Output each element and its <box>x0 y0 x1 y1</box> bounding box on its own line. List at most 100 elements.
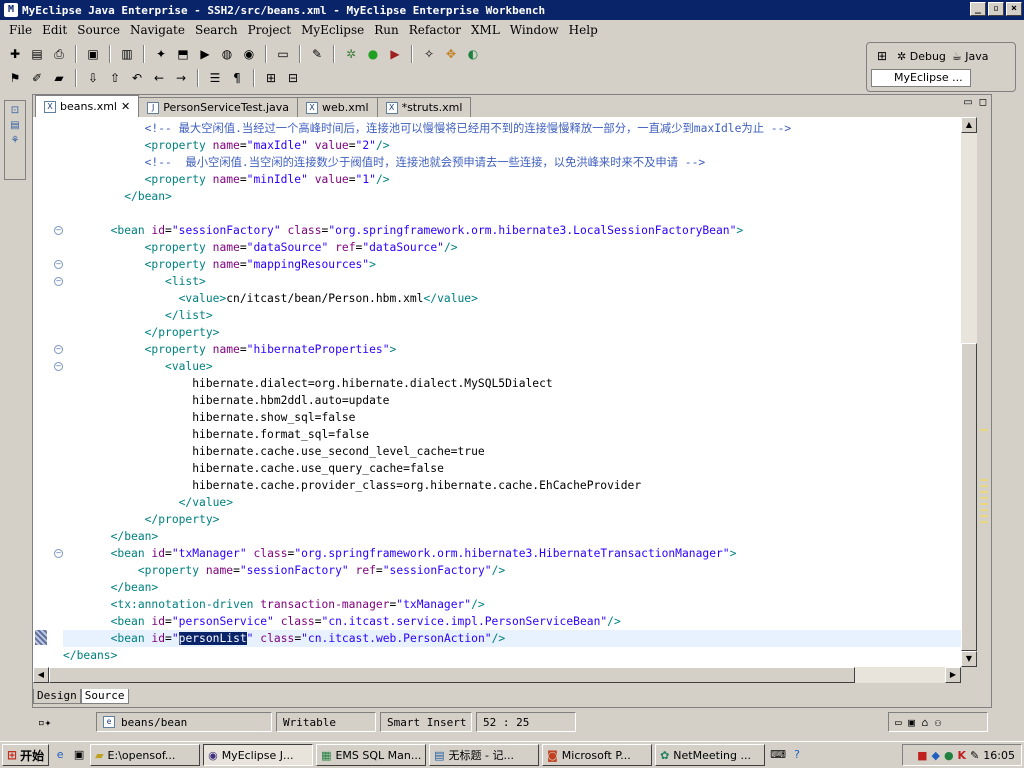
code-line[interactable]: hibernate.hbm2ddl.auto=update <box>63 392 961 409</box>
start-button[interactable]: ⊞ 开始 <box>2 744 50 766</box>
deploy-icon[interactable]: ⬒ <box>174 45 192 63</box>
code-line[interactable]: <property name="sessionFactory" ref="ses… <box>63 562 961 579</box>
fold-toggle-icon[interactable]: − <box>54 362 63 371</box>
menu-xml[interactable]: XML <box>466 23 505 37</box>
code-line[interactable]: <tx:annotation-driven transaction-manage… <box>63 596 961 613</box>
vertical-scrollbar[interactable]: ▲ ▼ <box>961 117 977 667</box>
code-line[interactable]: </property> <box>63 511 961 528</box>
open-folder-icon[interactable]: ▰ <box>50 69 68 87</box>
menu-refactor[interactable]: Refactor <box>404 23 466 37</box>
menu-file[interactable]: File <box>4 23 37 37</box>
code-line[interactable]: <list> <box>63 273 961 290</box>
globe-icon[interactable]: ◍ <box>218 45 236 63</box>
code-line[interactable]: </bean> <box>63 188 961 205</box>
task-myeclipse[interactable]: ◉ MyEclipse J... <box>203 744 314 766</box>
monitor-icon[interactable]: ▭ ▣ ⌂ ⚇ <box>895 716 941 729</box>
minimize-editor-icon[interactable]: ▭ <box>963 97 972 108</box>
warning-marker[interactable] <box>980 509 988 511</box>
code-line[interactable]: <value>cn/itcast/bean/Person.hbm.xml</va… <box>63 290 961 307</box>
external-tools-icon[interactable]: ▶ <box>386 45 404 63</box>
task-netmeeting[interactable]: ✿ NetMeeting ... <box>655 744 766 766</box>
fold-toggle-icon[interactable]: − <box>54 277 63 286</box>
open-perspective-icon[interactable]: ⊞ <box>873 47 891 65</box>
warning-marker[interactable] <box>980 479 988 481</box>
xml-source-editor[interactable]: − − − − − − <!-- 最大空闲值.当经过一个高峰时间后，连接池可以慢慢将已经用… <box>33 117 961 667</box>
warning-marker[interactable] <box>980 485 988 487</box>
warning-marker[interactable] <box>980 503 988 505</box>
code-line[interactable]: <property name="mappingResources"> <box>63 256 961 273</box>
warning-marker[interactable] <box>980 515 988 517</box>
java-perspective[interactable]: ☕ Java <box>952 50 989 63</box>
new-icon[interactable]: ✚ <box>6 45 24 63</box>
horizontal-scrollbar[interactable]: ◀ ▶ <box>33 667 961 683</box>
next-annotation-icon[interactable]: ⇩ <box>84 69 102 87</box>
tray-app-icon[interactable]: ● <box>944 749 954 762</box>
code-line[interactable]: <!-- 最小空闲值.当空闲的连接数少于阀值时，连接池就会预申请去一些连接，以免… <box>63 154 961 171</box>
code-area[interactable]: <!-- 最大空闲值.当经过一个高峰时间后，连接池可以慢慢将已经用不到的连接慢慢… <box>63 120 961 664</box>
menu-search[interactable]: Search <box>190 23 243 37</box>
hierarchy-icon[interactable]: ⚘ <box>11 135 20 146</box>
task-notepad[interactable]: ▤ 无标题 - 记... <box>429 744 540 766</box>
task-ems-sql[interactable]: ▦ EMS SQL Man... <box>316 744 427 766</box>
tray-tool-icon[interactable]: ✎ <box>970 749 979 762</box>
scroll-right-arrow[interactable]: ▶ <box>945 667 961 683</box>
code-line[interactable]: <value> <box>63 358 961 375</box>
warning-marker[interactable] <box>980 521 988 523</box>
fold-toggle-icon[interactable]: − <box>54 260 63 269</box>
tab-personservicetest-java[interactable]: J PersonServiceTest.java <box>138 97 299 117</box>
warning-marker[interactable] <box>980 497 988 499</box>
tray-volume-icon[interactable]: ◆ <box>931 749 939 762</box>
code-line[interactable]: <property name="hibernateProperties"> <box>63 341 961 358</box>
scroll-down-arrow[interactable]: ▼ <box>961 651 977 667</box>
horizontal-scroll-thumb[interactable] <box>49 667 855 683</box>
new-package-icon[interactable]: ✥ <box>442 45 460 63</box>
debug-perspective[interactable]: ✲ Debug <box>897 50 946 63</box>
code-line[interactable]: </bean> <box>63 528 961 545</box>
menu-navigate[interactable]: Navigate <box>125 23 190 37</box>
run-icon[interactable]: ● <box>364 45 382 63</box>
tab-beans-xml[interactable]: X beans.xml ✕ <box>35 95 140 117</box>
tab-design[interactable]: Design <box>33 689 81 704</box>
code-line[interactable]: <property name="dataSource" ref="dataSou… <box>63 239 961 256</box>
code-line[interactable] <box>63 205 961 222</box>
tab-source[interactable]: Source <box>80 689 129 704</box>
menu-source[interactable]: Source <box>72 23 125 37</box>
help-icon[interactable]: ? <box>789 747 805 763</box>
code-line[interactable]: <!-- 最大空闲值.当经过一个高峰时间后，连接池可以慢慢将已经用不到的连接慢慢… <box>63 120 961 137</box>
tray-network-icon[interactable]: ■ <box>917 749 927 762</box>
code-line[interactable]: hibernate.show_sql=false <box>63 409 961 426</box>
tab-struts-xml[interactable]: X *struts.xml <box>376 97 472 117</box>
scroll-up-arrow[interactable]: ▲ <box>961 117 977 133</box>
new-wizard-icon[interactable]: ✦ <box>152 45 170 63</box>
print-icon[interactable]: ⎙ <box>50 45 68 63</box>
fast-view-icon[interactable]: ▫✦ <box>38 716 51 729</box>
code-line[interactable]: </bean> <box>63 579 961 596</box>
menu-project[interactable]: Project <box>243 23 296 37</box>
keyboard-icon[interactable]: ⌨ <box>770 747 786 763</box>
vertical-scroll-thumb[interactable] <box>961 343 977 651</box>
forward-icon[interactable]: → <box>172 69 190 87</box>
debug-icon[interactable]: ✲ <box>342 45 360 63</box>
expand-icon[interactable]: ⊞ <box>262 69 280 87</box>
server-icon[interactable]: ▥ <box>118 45 136 63</box>
new-class-icon[interactable]: ◐ <box>464 45 482 63</box>
menu-window[interactable]: Window <box>505 23 564 37</box>
myeclipse-perspective[interactable]: MyEclipse ... <box>871 69 971 87</box>
code-line[interactable]: hibernate.cache.use_second_level_cache=t… <box>63 443 961 460</box>
tools-icon[interactable]: ✎ <box>308 45 326 63</box>
warning-marker[interactable] <box>980 491 988 493</box>
back-icon[interactable]: ← <box>150 69 168 87</box>
fold-toggle-icon[interactable]: − <box>54 549 63 558</box>
toggle-mark-icon[interactable]: ☰ <box>206 69 224 87</box>
restore-view-icon[interactable]: ⊡ <box>11 105 19 116</box>
desktop-icon[interactable]: ▣ <box>71 747 87 763</box>
code-line[interactable]: </property> <box>63 324 961 341</box>
minimize-button[interactable]: _ <box>970 2 986 16</box>
code-line[interactable]: <bean id="personService" class="cn.itcas… <box>63 613 961 630</box>
fold-toggle-icon[interactable]: − <box>54 345 63 354</box>
open-type-icon[interactable]: ⚑ <box>6 69 24 87</box>
close-button[interactable]: × <box>1006 2 1022 16</box>
browser-icon[interactable]: ◉ <box>240 45 258 63</box>
fold-toggle-icon[interactable]: − <box>54 226 63 235</box>
menu-help[interactable]: Help <box>564 23 603 37</box>
